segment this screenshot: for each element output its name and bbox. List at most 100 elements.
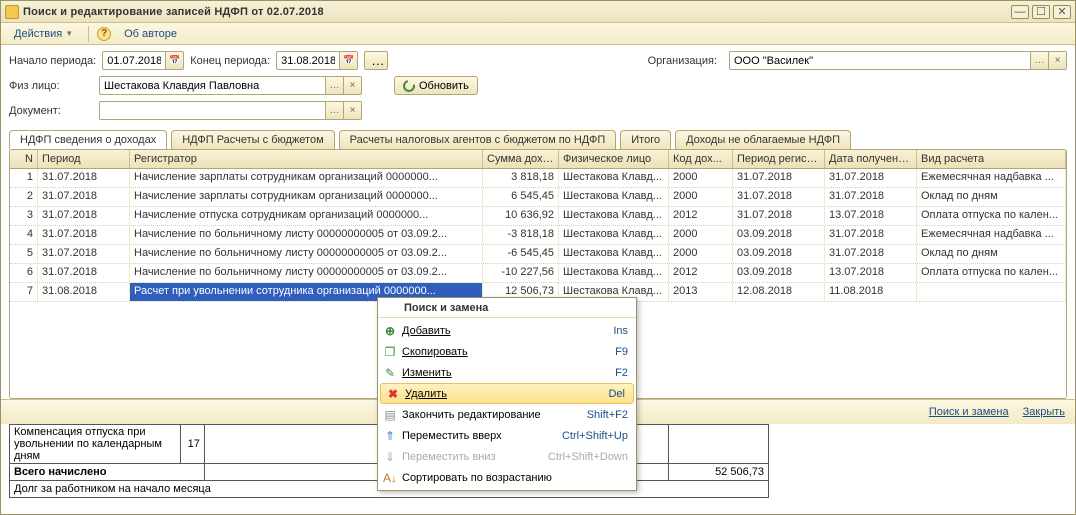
cell-period-reg: 31.07.2018 [733, 188, 825, 206]
ctx-finish-edit[interactable]: ▤Закончить редактированиеShift+F2 [378, 404, 636, 425]
cell-person: Шестакова Клавд... [559, 264, 669, 282]
ctx-delete[interactable]: ✖УдалитьDel [380, 383, 634, 404]
ctx-sort-asc[interactable]: A↓Сортировать по возрастанию [378, 467, 636, 488]
cell-sum: -6 545,45 [483, 245, 559, 263]
period-end-input-group[interactable] [276, 51, 358, 70]
clear-icon[interactable]: × [343, 77, 361, 94]
document-label: Документ: [9, 105, 93, 117]
context-menu: Поиск и замена ⊕ДобавитьIns ❐Скопировать… [377, 297, 637, 491]
tab-nontax-income[interactable]: Доходы не облагаемые НДФП [675, 130, 851, 149]
period-start-input-group[interactable] [102, 51, 184, 70]
cell-code: 2012 [669, 264, 733, 282]
ellipsis-icon[interactable]: … [325, 102, 343, 119]
col-n[interactable]: N [10, 150, 38, 168]
close-button[interactable]: ✕ [1053, 5, 1071, 19]
ellipsis-icon[interactable]: … [1030, 52, 1048, 69]
tab-agent-calc[interactable]: Расчеты налоговых агентов с бюджетом по … [339, 130, 617, 149]
cell-period-reg: 31.07.2018 [733, 207, 825, 225]
org-input-group[interactable]: … × [729, 51, 1067, 70]
calendar-icon[interactable] [165, 52, 183, 69]
cell-kind: Оплата отпуска по кален... [917, 207, 1066, 225]
clear-icon[interactable]: × [1048, 52, 1066, 69]
clear-icon[interactable]: × [343, 102, 361, 119]
cell-period: 31.07.2018 [38, 226, 130, 244]
cell-registrator: Начисление зарплаты сотрудникам организа… [130, 188, 483, 206]
tab-budget-calc[interactable]: НДФП Расчеты с бюджетом [171, 130, 334, 149]
delete-icon: ✖ [381, 387, 405, 401]
actions-label: Действия [14, 28, 62, 40]
person-label: Физ лицо: [9, 80, 93, 92]
report-row1-label: Компенсация отпуска при увольнении по ка… [10, 425, 181, 464]
chevron-down-icon: ▼ [65, 29, 73, 38]
document-input-group[interactable]: … × [99, 101, 362, 120]
cell-period: 31.07.2018 [38, 264, 130, 282]
actions-button[interactable]: Действия ▼ [7, 26, 80, 42]
ctx-add[interactable]: ⊕ДобавитьIns [378, 320, 636, 341]
ellipsis-icon[interactable]: … [325, 77, 343, 94]
cell-period: 31.07.2018 [38, 245, 130, 263]
table-row[interactable]: 531.07.2018Начисление по больничному лис… [10, 245, 1066, 264]
col-period[interactable]: Период [38, 150, 130, 168]
cell-registrator: Начисление по больничному листу 00000000… [130, 226, 483, 244]
cell-kind: Оплата отпуска по кален... [917, 264, 1066, 282]
tab-total[interactable]: Итого [620, 130, 671, 149]
maximize-button[interactable]: ☐ [1032, 5, 1050, 19]
table-row[interactable]: 431.07.2018Начисление по больничному лис… [10, 226, 1066, 245]
minimize-button[interactable]: — [1011, 5, 1029, 19]
report-row1-val: 17 [181, 425, 205, 464]
col-person[interactable]: Физическое лицо [559, 150, 669, 168]
cell-n: 1 [10, 169, 38, 187]
table-row[interactable]: 131.07.2018Начисление зарплаты сотрудник… [10, 169, 1066, 188]
period-ellipsis-button[interactable]: … [364, 51, 388, 70]
col-registrator[interactable]: Регистратор [130, 150, 483, 168]
period-start-label: Начало периода: [9, 55, 96, 67]
table-row[interactable]: 331.07.2018Начисление отпуска сотрудника… [10, 207, 1066, 226]
cell-period-reg: 03.09.2018 [733, 245, 825, 263]
tab-bar: НДФП сведения о доходах НДФП Расчеты с б… [1, 126, 1075, 149]
period-end-input[interactable] [277, 52, 339, 69]
edit-icon: ✎ [378, 366, 402, 380]
refresh-label: Обновить [419, 80, 469, 92]
ctx-edit[interactable]: ✎ИзменитьF2 [378, 362, 636, 383]
tab-income-info[interactable]: НДФП сведения о доходах [9, 130, 167, 149]
cell-n: 5 [10, 245, 38, 263]
cell-n: 2 [10, 188, 38, 206]
cell-kind: Оклад по дням [917, 245, 1066, 263]
table-row[interactable]: 631.07.2018Начисление по больничному лис… [10, 264, 1066, 283]
cell-date: 31.07.2018 [825, 188, 917, 206]
period-start-input[interactable] [103, 52, 165, 69]
org-input[interactable] [730, 52, 1030, 69]
cell-kind [917, 283, 1066, 301]
col-kind[interactable]: Вид расчета [917, 150, 1066, 168]
filters-panel: Начало периода: Конец периода: … Организ… [1, 45, 1075, 126]
document-input[interactable] [100, 102, 325, 119]
col-date-received[interactable]: Дата получени... [825, 150, 917, 168]
calendar-icon[interactable] [339, 52, 357, 69]
close-link[interactable]: Закрыть [1023, 406, 1065, 418]
cell-period-reg: 03.09.2018 [733, 226, 825, 244]
search-replace-link[interactable]: Поиск и замена [929, 406, 1009, 418]
about-button[interactable]: Об авторе [117, 26, 184, 42]
cell-person: Шестакова Клавд... [559, 169, 669, 187]
ctx-move-up[interactable]: ⇑Переместить вверхCtrl+Shift+Up [378, 425, 636, 446]
cell-date: 11.08.2018 [825, 283, 917, 301]
period-end-label: Конец периода: [190, 55, 270, 67]
cell-kind: Ежемесячная надбавка ... [917, 226, 1066, 244]
grid-header: N Период Регистратор Сумма дохо... Физич… [10, 150, 1066, 169]
refresh-button[interactable]: Обновить [394, 76, 478, 95]
title-bar: Поиск и редактирование записей НДФП от 0… [1, 1, 1075, 23]
person-input-group[interactable]: … × [99, 76, 362, 95]
cell-code: 2000 [669, 226, 733, 244]
ctx-copy[interactable]: ❐СкопироватьF9 [378, 341, 636, 362]
col-period-reg[interactable]: Период регистр... [733, 150, 825, 168]
sort-asc-icon: A↓ [378, 471, 402, 485]
cell-date: 13.07.2018 [825, 207, 917, 225]
person-input[interactable] [100, 77, 325, 94]
report-row2-label: Всего начислено [10, 464, 205, 481]
table-row[interactable]: 2 31.07.2018 Начисление зарплаты сотрудник… [10, 188, 1066, 207]
col-sum[interactable]: Сумма дохо... [483, 150, 559, 168]
cell-n: 3 [10, 207, 38, 225]
help-icon[interactable]: ? [97, 27, 111, 41]
col-code[interactable]: Код дох... [669, 150, 733, 168]
cell-sum: 6 545,45 [483, 188, 559, 206]
